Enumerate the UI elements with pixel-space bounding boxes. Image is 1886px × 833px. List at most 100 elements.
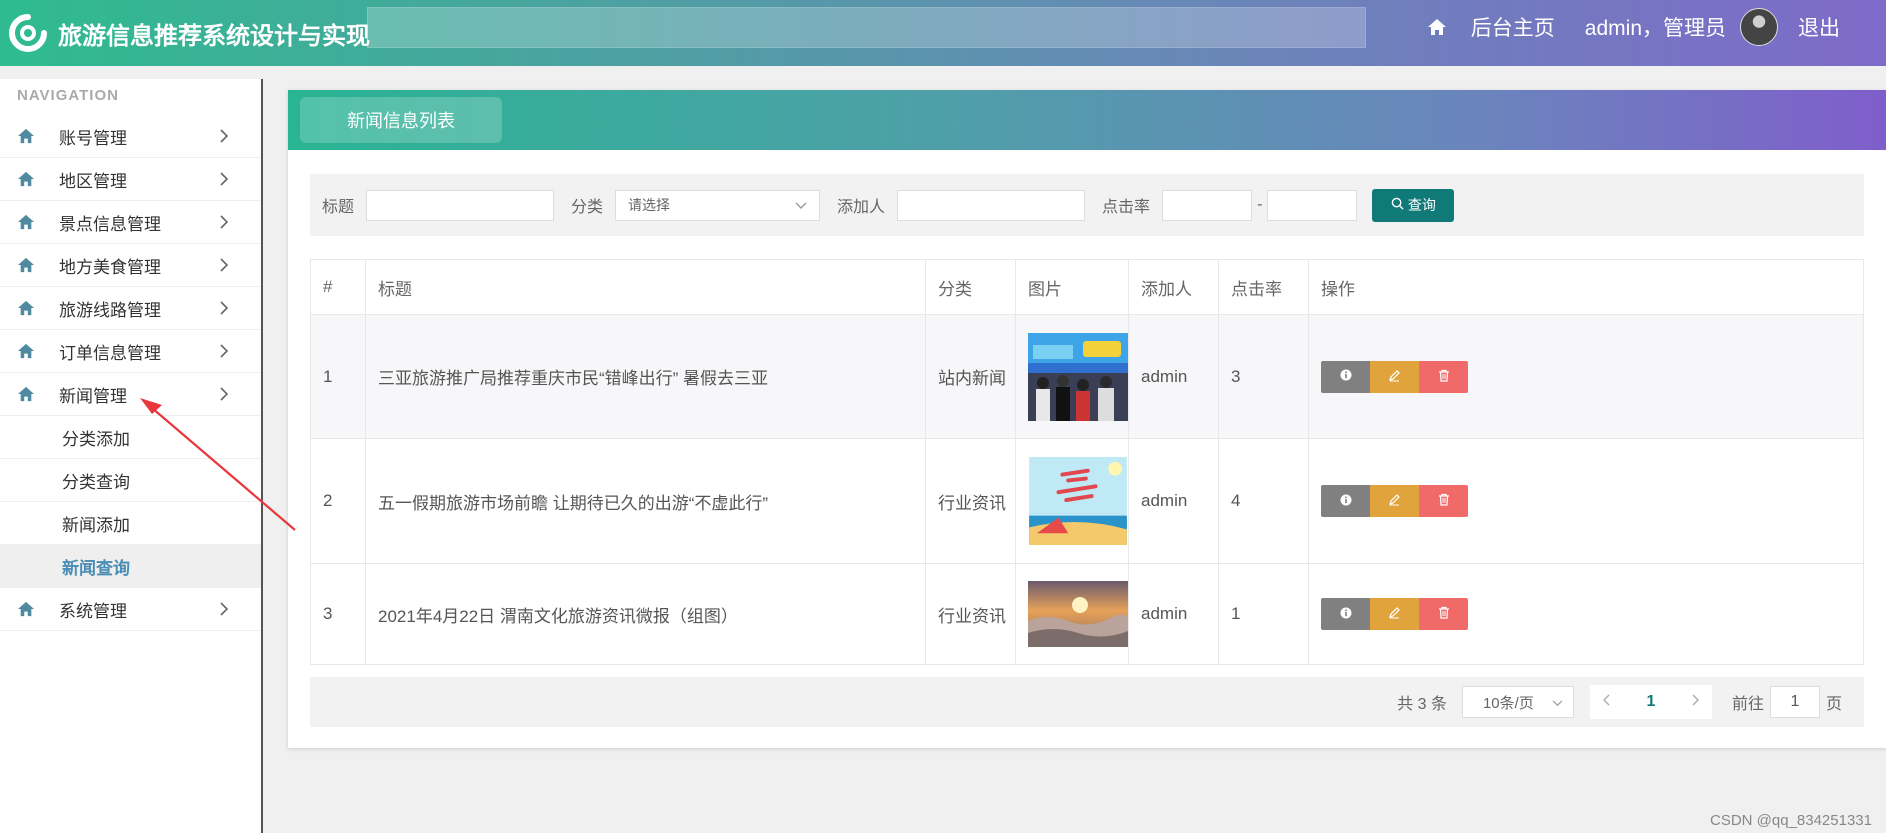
conference-event-photo[interactable]: [1028, 332, 1128, 421]
sidebar-item-routes[interactable]: 旅游线路管理: [0, 287, 261, 330]
trash-icon: [1438, 369, 1450, 385]
category-select[interactable]: 请选择: [615, 189, 821, 221]
detail-button[interactable]: [1321, 485, 1370, 517]
clicks-filter-label: 点击率: [1102, 199, 1151, 216]
prev-page-icon[interactable]: [1602, 693, 1610, 711]
news-adder: admin: [1128, 314, 1219, 439]
row-number: 1: [310, 314, 366, 439]
sidebar-item-system[interactable]: 系统管理: [0, 588, 261, 631]
home-icon: [17, 257, 37, 273]
avatar[interactable]: [1740, 8, 1778, 46]
edit-button[interactable]: [1370, 598, 1419, 630]
news-table: # 标题 分类 图片 添加人 点击率 操作 1 三亚旅游推广局推荐重庆市民“错峰…: [310, 259, 1864, 665]
news-category: 行业资讯: [925, 438, 1016, 564]
info-icon: [1340, 369, 1352, 384]
sidebar-item-news[interactable]: 新闻管理: [0, 373, 261, 416]
goto-page-input[interactable]: [1769, 686, 1820, 718]
chevron-right-icon: [219, 343, 229, 363]
user-name: admin，管理员: [1584, 17, 1726, 40]
title-filter-input[interactable]: [366, 189, 555, 221]
column-header: #: [310, 259, 366, 315]
sidebar-item-label: 旅游线路管理: [59, 300, 161, 320]
chevron-right-icon: [219, 257, 229, 277]
detail-button[interactable]: [1321, 598, 1370, 630]
adder-filter-input[interactable]: [897, 189, 1086, 221]
detail-button[interactable]: [1321, 360, 1370, 393]
clicks-min-input[interactable]: [1162, 189, 1253, 221]
title-filter-label: 标题: [322, 199, 355, 216]
submenu-news-add[interactable]: 新闻添加: [0, 502, 261, 545]
next-page-icon[interactable]: [1692, 693, 1700, 711]
home-icon[interactable]: [1427, 18, 1447, 36]
clicks-max-input[interactable]: [1267, 189, 1358, 221]
pagination: 共 3 条 10条/页 1 前往 页: [310, 677, 1864, 727]
query-button[interactable]: 查询: [1372, 188, 1455, 222]
page-navigator: 1: [1589, 685, 1712, 719]
chevron-right-icon: [219, 128, 229, 148]
chevron-right-icon: [219, 601, 229, 621]
chevron-right-icon: [219, 171, 229, 191]
home-icon: [17, 300, 37, 316]
may-day-beach-poster[interactable]: [1028, 457, 1128, 545]
sidebar-item-food[interactable]: 地方美食管理: [0, 244, 261, 287]
current-page[interactable]: 1: [1647, 693, 1656, 711]
app-title: 旅游信息推荐系统设计与实现: [58, 22, 370, 50]
tab-news-list[interactable]: 新闻信息列表: [300, 97, 502, 143]
row-number: 2: [310, 438, 366, 564]
range-separator: -: [1257, 196, 1263, 213]
nav-heading: NAVIGATION: [17, 87, 119, 104]
watermark: CSDN @qq_834251331: [1709, 812, 1872, 829]
news-table-wrapper: # 标题 分类 图片 添加人 点击率 操作 1 三亚旅游推广局推荐重庆市民“错峰…: [310, 259, 1864, 665]
table-row: 3 2021年4月22日 渭南文化旅游资讯微报（组图） 行业资讯 admin 1: [310, 563, 1864, 665]
chevron-down-icon: [795, 197, 807, 213]
trash-icon: [1438, 606, 1450, 622]
delete-button[interactable]: [1419, 360, 1468, 393]
sidebar-item-label: 账号管理: [59, 128, 127, 148]
category-select-value: 请选择: [628, 197, 671, 213]
adder-filter-label: 添加人: [837, 199, 886, 216]
submenu-category-add[interactable]: 分类添加: [0, 416, 261, 459]
column-header: 添加人: [1128, 259, 1219, 315]
home-icon: [17, 171, 37, 187]
goto-label: 前往: [1731, 696, 1764, 713]
edit-button[interactable]: [1370, 360, 1419, 393]
row-actions: [1321, 598, 1863, 630]
table-row: 1 三亚旅游推广局推荐重庆市民“错峰出行” 暑假去三亚 站内新闻 admin 3: [310, 314, 1864, 439]
sunset-sea-of-clouds-photo[interactable]: [1028, 581, 1128, 647]
submenu-category-query[interactable]: 分类查询: [0, 459, 261, 502]
info-icon: [1340, 607, 1352, 622]
news-clicks: 3: [1218, 314, 1309, 439]
chevron-down-icon: [1552, 694, 1563, 711]
sidebar-item-label: 新闻管理: [59, 386, 127, 406]
delete-button[interactable]: [1419, 598, 1468, 630]
sidebar-item-regions[interactable]: 地区管理: [0, 158, 261, 201]
edit-icon: [1388, 606, 1401, 622]
search-form: 标题 分类 请选择 添加人 点击率 - 查询: [310, 174, 1864, 236]
home-link[interactable]: 后台主页: [1471, 12, 1555, 42]
trash-icon: [1438, 493, 1450, 509]
sidebar-item-accounts[interactable]: 账号管理: [0, 115, 261, 158]
page-size-value: 10条/页: [1482, 694, 1534, 712]
column-header: 分类: [925, 259, 1016, 315]
delete-button[interactable]: [1419, 485, 1468, 517]
page-size-select[interactable]: 10条/页: [1461, 686, 1574, 718]
home-icon: [17, 343, 37, 359]
home-icon: [17, 386, 37, 402]
row-actions: [1321, 360, 1863, 393]
sidebar-item-label: 景点信息管理: [59, 214, 161, 234]
card-header: 新闻信息列表: [288, 90, 1886, 150]
sidebar-item-label: 订单信息管理: [59, 343, 161, 363]
news-clicks: 1: [1218, 563, 1309, 665]
edit-button[interactable]: [1370, 485, 1419, 517]
sidebar-item-orders[interactable]: 订单信息管理: [0, 330, 261, 373]
top-header: 旅游信息推荐系统设计与实现 后台主页 admin，管理员 退出: [0, 0, 1886, 66]
submenu-news-query[interactable]: 新闻查询: [0, 545, 261, 588]
sidebar-item-label: 地方美食管理: [59, 257, 161, 277]
row-actions: [1321, 485, 1863, 517]
info-icon: [1340, 494, 1352, 509]
header-search-bar[interactable]: [367, 7, 1366, 48]
news-title: 五一假期旅游市场前瞻 让期待已久的出游“不虚此行”: [365, 438, 926, 564]
sidebar-item-attractions[interactable]: 景点信息管理: [0, 201, 261, 244]
edit-icon: [1388, 369, 1401, 385]
logout-link[interactable]: 退出: [1798, 12, 1840, 42]
